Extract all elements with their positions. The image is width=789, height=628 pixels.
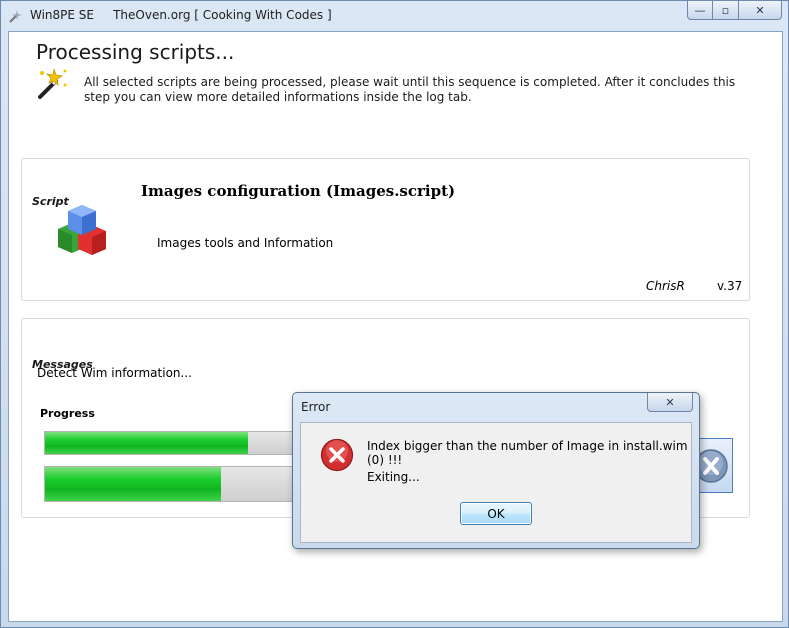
magic-wand-icon — [38, 68, 67, 99]
page-description: All selected scripts are being processed… — [84, 75, 736, 104]
cubes-icon — [58, 205, 106, 255]
progress-label: Progress — [40, 407, 95, 420]
minimize-icon: — — [694, 3, 706, 17]
script-description: Images tools and Information — [157, 236, 334, 250]
page-title: Processing scripts... — [36, 40, 235, 64]
current-message: Detect Wim information... — [37, 366, 192, 380]
script-version: v.37 — [717, 279, 743, 293]
overall-progress-fill — [45, 467, 222, 501]
app-icon — [9, 10, 22, 23]
maximize-icon: ▫ — [721, 3, 730, 17]
dialog-message: Index bigger than the number of Image in… — [367, 439, 688, 467]
script-group — [21, 158, 750, 301]
script-progress-fill — [45, 432, 249, 454]
script-progress-bar — [44, 431, 294, 455]
error-icon — [320, 438, 354, 472]
overall-progress-bar — [44, 466, 294, 502]
close-icon: ✕ — [755, 3, 765, 17]
minimize-button[interactable]: — — [687, 1, 713, 20]
maximize-button[interactable]: ▫ — [713, 1, 739, 20]
close-button[interactable]: ✕ — [739, 1, 782, 20]
error-dialog: Error ✕ Index bigger than the number of … — [292, 392, 700, 549]
window-title: Win8PE SE TheOven.org [ Cooking With Cod… — [30, 8, 332, 22]
script-author: ChrisR — [646, 279, 685, 293]
title-bar[interactable]: Win8PE SE TheOven.org [ Cooking With Cod… — [1, 1, 788, 31]
dialog-submessage: Exiting... — [367, 470, 420, 484]
script-title: Images configuration (Images.script) — [141, 182, 456, 200]
ok-button[interactable]: OK — [460, 502, 532, 525]
close-icon: ✕ — [665, 395, 675, 409]
dialog-title: Error — [301, 400, 331, 414]
dialog-close-button[interactable]: ✕ — [647, 393, 693, 412]
